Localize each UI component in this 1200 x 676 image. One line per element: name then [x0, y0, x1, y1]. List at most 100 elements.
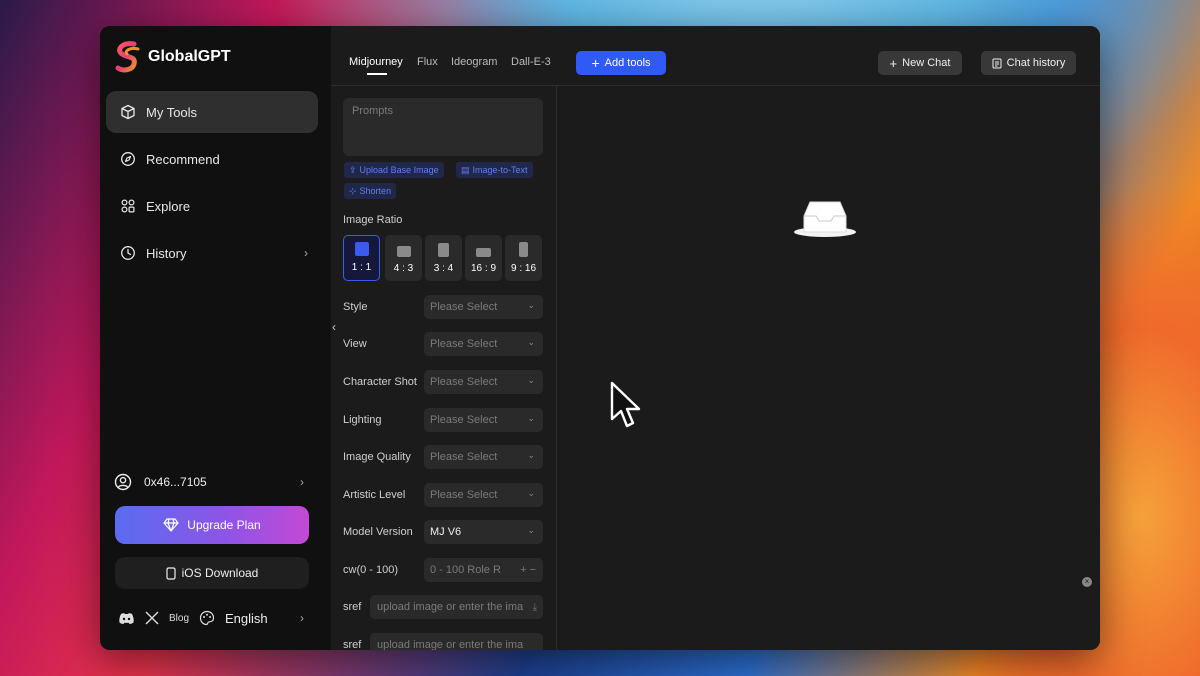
select-value: Please Select [430, 451, 498, 463]
ratio-option-16-9[interactable]: 16 : 9 [465, 235, 502, 281]
ratio-label: 16 : 9 [470, 263, 497, 274]
ratio-option-3-4[interactable]: 3 : 4 [425, 235, 462, 281]
upload-base-image-chip[interactable]: ⇪ Upload Base Image [344, 162, 444, 178]
chat-history-button[interactable]: Chat history [981, 51, 1076, 75]
cw-input[interactable]: 0 - 100 Role R + − [424, 558, 543, 582]
tab-ideogram[interactable]: Ideogram [451, 56, 497, 68]
box-icon [121, 104, 135, 120]
sidebar-item-label: Recommend [146, 151, 220, 167]
image-to-text-chip[interactable]: ▤ Image-to-Text [456, 162, 533, 178]
add-tools-button[interactable]: + Add tools [576, 51, 666, 75]
chevron-down-icon: ⌄ [527, 488, 535, 498]
select-value: Please Select [430, 338, 498, 350]
download-icon[interactable]: ⤓ [533, 602, 537, 613]
new-chat-button[interactable]: + New Chat [878, 51, 962, 75]
upgrade-plan-label: Upgrade Plan [187, 518, 261, 532]
add-tools-label: Add tools [604, 57, 651, 69]
stepper-plus-minus-icon[interactable]: + − [520, 564, 536, 576]
chat-history-label: Chat history [1006, 57, 1066, 69]
diamond-icon [163, 518, 179, 532]
sref-placeholder: upload image or enter the ima [377, 601, 524, 613]
grid-icon [121, 199, 135, 213]
new-chat-label: New Chat [902, 57, 951, 69]
x-twitter-icon[interactable] [145, 611, 159, 625]
sref-placeholder: upload image or enter the ima [377, 639, 524, 650]
collapse-panel-icon[interactable]: ‹ [332, 320, 336, 334]
blog-link[interactable]: Blog [169, 613, 189, 624]
chevron-down-icon: ⌄ [527, 525, 535, 535]
character-shot-select[interactable]: Please Select ⌄ [424, 370, 543, 394]
cw-placeholder: 0 - 100 Role R [430, 564, 501, 576]
plus-icon: + [889, 55, 898, 71]
account-name: 0x46...7105 [144, 475, 207, 489]
discord-icon[interactable] [118, 612, 135, 625]
chevron-down-icon: ⌄ [527, 450, 535, 460]
sref-input-2[interactable]: upload image or enter the ima [370, 633, 543, 650]
chip-label: Image-to-Text [472, 165, 528, 175]
select-value: Please Select [430, 414, 498, 426]
compass-icon [121, 152, 135, 166]
phone-icon [166, 566, 176, 580]
ratio-shape-icon [519, 242, 528, 257]
cw-label: cw(0 - 100) [343, 564, 399, 576]
main-canvas [556, 26, 1100, 650]
language-selector[interactable]: English [225, 611, 268, 626]
app-window: GlobalGPT My Tools Recommend Explore His… [100, 26, 1100, 650]
sidebar-item-explore[interactable]: Explore [106, 185, 318, 227]
sidebar-item-label: Explore [146, 198, 191, 214]
lighting-select[interactable]: Please Select ⌄ [424, 408, 543, 432]
tab-flux[interactable]: Flux [417, 56, 438, 68]
tab-midjourney[interactable]: Midjourney [349, 56, 403, 68]
ratio-shape-icon [354, 242, 369, 256]
sref-label-2: sref [343, 639, 362, 650]
image-quality-select[interactable]: Please Select ⌄ [424, 445, 543, 469]
artistic-level-label: Artistic Level [343, 489, 406, 501]
sidebar-item-recommend[interactable]: Recommend [106, 138, 318, 180]
user-circle-icon [114, 473, 132, 491]
close-icon[interactable]: × [1082, 577, 1092, 587]
ratio-shape-icon [396, 246, 411, 257]
ios-download-button[interactable]: iOS Download [115, 557, 309, 589]
select-value: MJ V6 [430, 526, 462, 538]
chevron-right-icon: › [300, 611, 304, 625]
panel-divider [556, 86, 557, 650]
ratio-label: 1 : 1 [351, 262, 372, 273]
chip-label: Shorten [359, 186, 392, 196]
sref-input[interactable]: upload image or enter the ima ⤓ [370, 595, 543, 619]
chevron-right-icon: › [300, 475, 304, 489]
select-value: Please Select [430, 489, 498, 501]
style-select[interactable]: Please Select ⌄ [424, 295, 543, 319]
ratio-option-9-16[interactable]: 9 : 16 [505, 235, 542, 281]
shorten-icon: ⊹ [349, 185, 357, 196]
prompt-placeholder: Prompts [352, 105, 393, 117]
tab-dall-e-3[interactable]: Dall-E-3 [511, 56, 551, 68]
upgrade-plan-button[interactable]: Upgrade Plan [115, 506, 309, 544]
chevron-down-icon: ⌄ [527, 300, 535, 310]
account-row[interactable]: 0x46...7105 › [114, 470, 304, 494]
sidebar-footer: Blog English › [118, 608, 304, 628]
clock-icon [121, 246, 135, 260]
app-name: GlobalGPT [148, 48, 231, 65]
image-ratio-label: Image Ratio [343, 214, 403, 226]
app-logo[interactable]: GlobalGPT [112, 40, 231, 74]
plus-icon: + [591, 55, 600, 71]
artistic-level-select[interactable]: Please Select ⌄ [424, 483, 543, 507]
view-select[interactable]: Please Select ⌄ [424, 332, 543, 356]
chevron-down-icon: ⌄ [527, 337, 535, 347]
palette-icon[interactable] [199, 610, 215, 626]
sidebar-item-label: History [146, 245, 187, 261]
model-version-label: Model Version [343, 526, 413, 538]
globalgpt-logo-icon [115, 41, 140, 73]
document-icon: ▤ [461, 164, 470, 175]
style-label: Style [343, 301, 368, 313]
model-version-select[interactable]: MJ V6 ⌄ [424, 520, 543, 544]
ratio-option-4-3[interactable]: 4 : 3 [385, 235, 422, 281]
ratio-option-1-1[interactable]: 1 : 1 [343, 235, 380, 281]
sref-label: sref [343, 601, 362, 613]
prompt-input[interactable]: Prompts [343, 98, 543, 156]
sidebar-item-my-tools[interactable]: My Tools [106, 91, 318, 133]
shorten-chip[interactable]: ⊹ Shorten [344, 183, 397, 199]
ratio-label: 4 : 3 [393, 263, 414, 274]
sidebar-item-history[interactable]: History › [106, 232, 318, 274]
character-shot-label: Character Shot [343, 376, 417, 388]
